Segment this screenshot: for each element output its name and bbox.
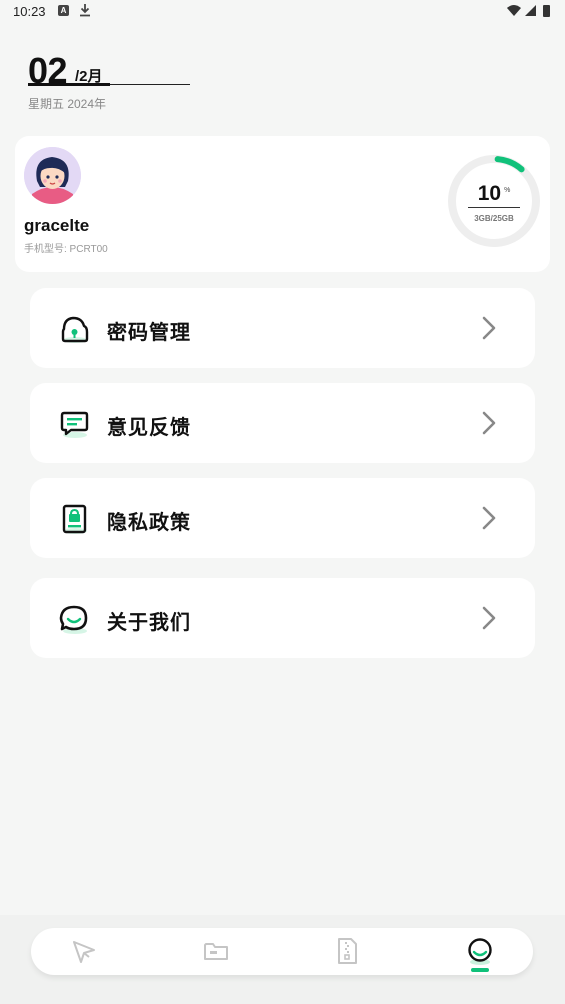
storage-divider [468,207,520,208]
chevron-right-icon [482,506,496,530]
battery-icon [543,5,550,17]
system-status-icons [507,5,550,17]
avatar-girl-icon [24,147,81,204]
profile-card: gracelte 手机型号: PCRT00 10% 3GB/25GB [15,136,550,272]
menu-item-password-manager[interactable]: 密码管理 [30,288,535,368]
status-bar: 10:23 A [0,0,565,24]
chevron-right-icon [482,316,496,340]
active-tab-indicator [471,968,489,972]
avatar[interactable] [24,147,81,204]
menu-label: 关于我们 [107,612,191,634]
menu-item-about-us[interactable]: 关于我们 [30,578,535,658]
date-header: 02 /2月 [28,50,193,91]
chat-bubble-icon [59,605,88,634]
zip-file-icon[interactable] [332,936,362,966]
folder-icon[interactable] [201,936,231,966]
download-icon [80,4,90,17]
chevron-right-icon [482,411,496,435]
bottom-nav [31,928,533,975]
privacy-doc-icon [62,504,87,534]
menu-item-privacy-policy[interactable]: 隐私政策 [30,478,535,558]
date-underline [28,83,110,86]
menu-label: 隐私政策 [107,512,191,534]
wifi-icon [507,5,521,16]
chevron-right-icon [482,606,496,630]
lock-cloud-icon [61,316,89,343]
storage-percent-value: 10 [477,182,502,205]
storage-used-total: 3GB/25GB [474,214,514,223]
feedback-icon [60,411,89,438]
username: gracelte [24,216,90,235]
menu-label: 密码管理 [107,322,191,344]
weekday-year: 星期五 2024年 [28,97,107,111]
a-icon: A [58,5,69,16]
storage-percent-sign: % [504,187,511,194]
status-time: 10:23 [13,4,46,19]
storage-percent: 10% [446,182,542,206]
profile-icon[interactable] [465,936,495,966]
signal-icon [525,5,536,16]
send-icon[interactable] [69,936,99,966]
menu-label: 意见反馈 [107,417,191,439]
storage-ring: 10% 3GB/25GB [446,153,542,249]
menu-item-feedback[interactable]: 意见反馈 [30,383,535,463]
device-model: 手机型号: PCRT00 [24,244,108,255]
